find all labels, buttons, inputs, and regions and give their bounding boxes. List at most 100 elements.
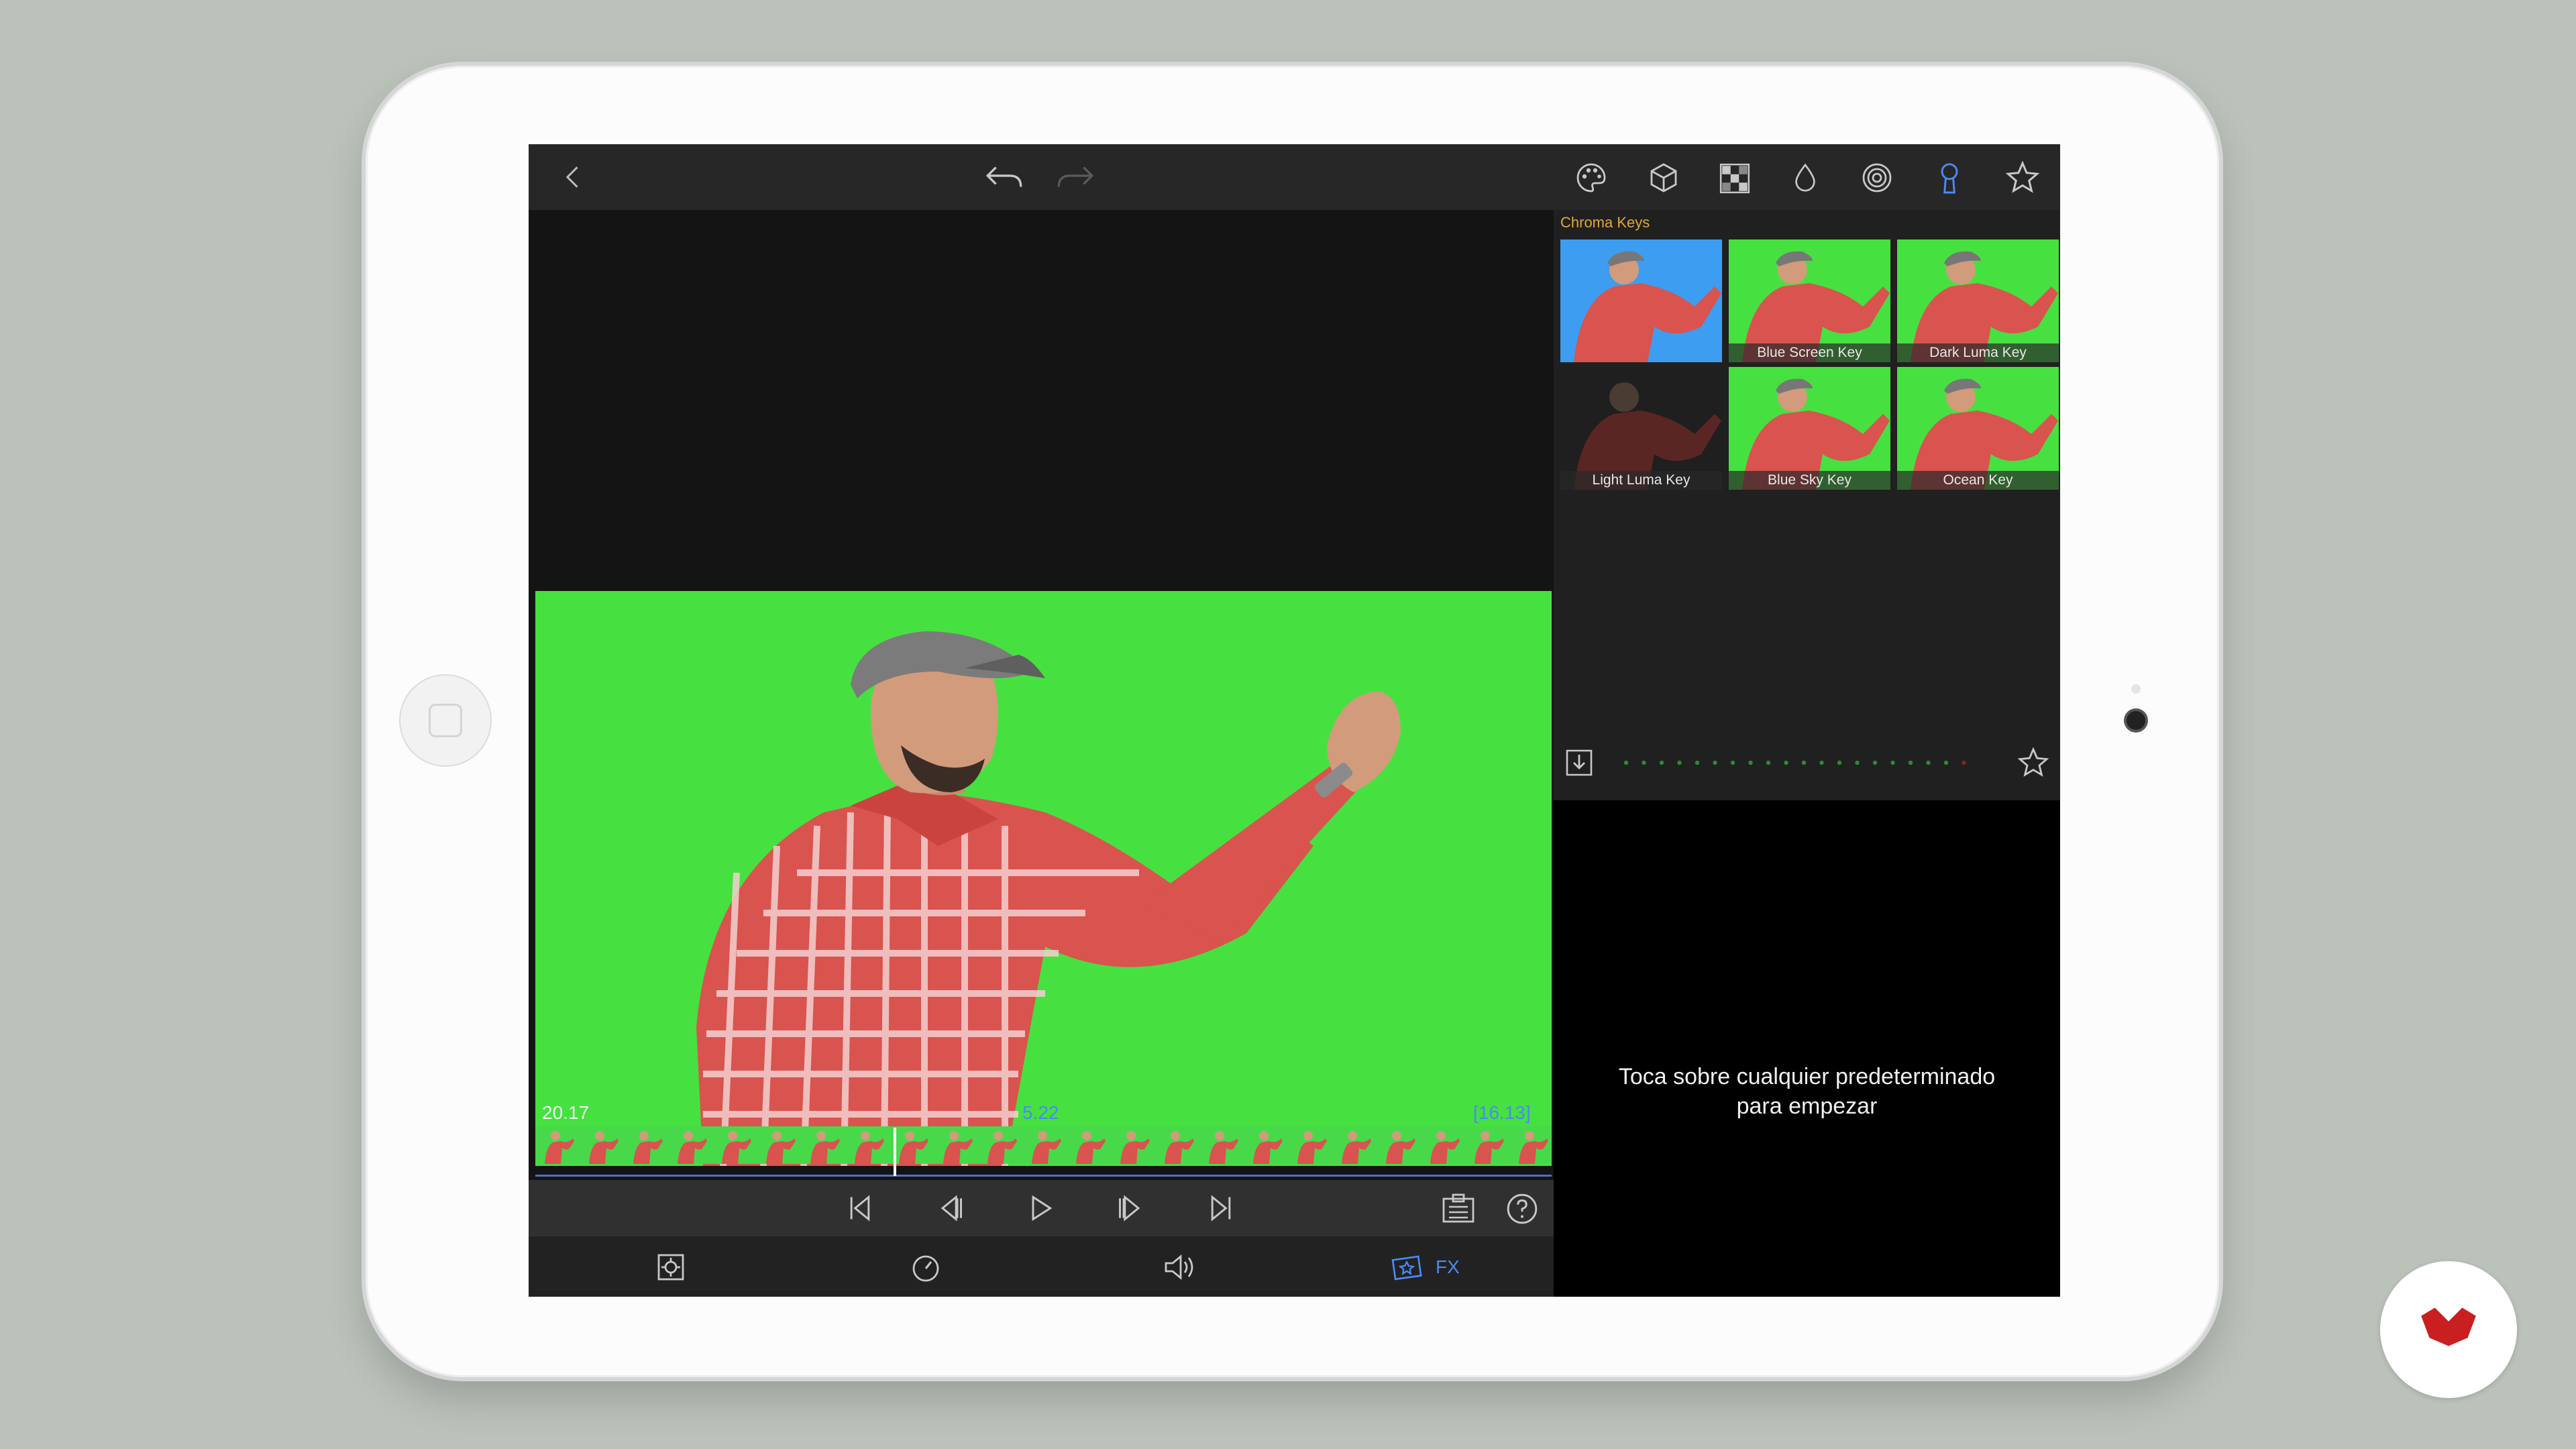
filmstrip-frame <box>1253 1131 1283 1164</box>
home-square-icon <box>429 704 462 737</box>
play-icon[interactable] <box>1025 1193 1056 1223</box>
help-icon[interactable] <box>1505 1192 1539 1226</box>
filmstrip-frame <box>855 1131 884 1164</box>
hint-text: Toca sobre cualquier predeterminado para… <box>1554 1062 2060 1121</box>
page-dot[interactable] <box>1801 760 1807 765</box>
page-dot[interactable] <box>1890 760 1895 765</box>
filmstrip-frame <box>678 1131 707 1164</box>
page-dot[interactable] <box>1908 760 1913 765</box>
filmstrip-frame <box>1120 1131 1150 1164</box>
drop-icon[interactable] <box>1790 162 1821 194</box>
preset-label: Ocean Key <box>1897 471 2059 490</box>
filmstrip-frames <box>545 1131 1548 1164</box>
preset-person <box>1574 251 1721 362</box>
page-dot[interactable] <box>1837 760 1842 765</box>
page-dots[interactable] <box>1621 757 1983 768</box>
page-dot[interactable] <box>1713 760 1717 765</box>
filmstrip-frame <box>633 1131 663 1164</box>
filmstrip-frame <box>1519 1131 1548 1164</box>
page-dot[interactable] <box>1695 760 1700 765</box>
speed-icon[interactable] <box>910 1251 942 1283</box>
sensor <box>2131 684 2141 694</box>
preset-thumb-1[interactable] <box>1560 239 1722 362</box>
filmstrip-frame <box>1076 1131 1106 1164</box>
page-dot[interactable] <box>1642 760 1646 765</box>
filmstrip-frame <box>1342 1131 1371 1164</box>
filmstrip[interactable] <box>535 1126 1552 1164</box>
page-dot[interactable] <box>1926 760 1931 765</box>
timeline-track <box>535 1175 1552 1177</box>
filmstrip-frame <box>1386 1131 1415 1164</box>
skip-to-end-icon[interactable] <box>1205 1193 1237 1223</box>
undo-icon[interactable] <box>983 160 1025 194</box>
star-icon[interactable] <box>2004 160 2041 195</box>
page-dot[interactable] <box>1623 760 1629 765</box>
current-time: 5.22 <box>1022 1102 1059 1123</box>
page-dot[interactable] <box>1659 760 1664 765</box>
filmstrip-frame <box>899 1131 928 1164</box>
favorite-star-icon[interactable] <box>2017 747 2050 779</box>
timeline-labels: 20.17 5.22 [16.13] <box>529 1097 1554 1126</box>
presets-panel: Chroma Keys Blue Screen Key Dark Luma Ke… <box>1554 210 2060 800</box>
filmstrip-frame <box>766 1131 796 1164</box>
preset-thumb-2[interactable]: Blue Screen Key <box>1729 239 1890 362</box>
redo-icon[interactable] <box>1055 160 1096 194</box>
download-icon[interactable] <box>1563 747 1595 779</box>
brand-logo-icon <box>2421 1307 2476 1346</box>
page-dot[interactable] <box>1855 760 1860 765</box>
top-bar <box>529 144 2060 210</box>
keyhole-icon[interactable] <box>1935 160 1964 195</box>
home-button[interactable] <box>399 674 492 767</box>
preset-thumb-5[interactable]: Blue Sky Key <box>1729 367 1890 490</box>
preset-label: Blue Sky Key <box>1729 471 1890 490</box>
filmstrip-frame <box>1032 1131 1061 1164</box>
presets-title: Chroma Keys <box>1560 214 1650 231</box>
preset-thumb-4[interactable]: Light Luma Key <box>1560 367 1722 490</box>
playhead[interactable] <box>894 1128 896 1176</box>
preset-thumb-6[interactable]: Ocean Key <box>1897 367 2059 490</box>
page-dot[interactable] <box>1872 760 1878 765</box>
palette-icon[interactable] <box>1575 162 1607 194</box>
page-dot[interactable] <box>1766 760 1771 765</box>
preset-thumb-3[interactable]: Dark Luma Key <box>1897 239 2059 362</box>
page-dot[interactable] <box>1730 760 1735 765</box>
transform-icon[interactable] <box>655 1251 687 1283</box>
page-dot[interactable] <box>1962 760 1966 765</box>
fx-label[interactable]: FX <box>1436 1256 1460 1278</box>
page-dot[interactable] <box>1784 760 1788 765</box>
camera <box>2127 711 2145 730</box>
video-preview[interactable] <box>535 591 1552 1166</box>
cube-icon[interactable] <box>1648 162 1680 194</box>
step-forward-icon[interactable] <box>1115 1193 1147 1223</box>
preview-area <box>529 210 1554 1231</box>
clipboard-icon[interactable] <box>1440 1192 1477 1224</box>
filmstrip-frame <box>1474 1131 1504 1164</box>
filmstrip-frame <box>987 1131 1017 1164</box>
filmstrip-frame <box>545 1131 574 1164</box>
filmstrip-frame <box>1297 1131 1327 1164</box>
filmstrip-frame <box>1209 1131 1238 1164</box>
preset-label: Dark Luma Key <box>1897 343 2059 362</box>
preset-label: Light Luma Key <box>1560 471 1722 490</box>
filmstrip-frame <box>810 1131 840 1164</box>
page-dot[interactable] <box>1677 760 1682 765</box>
page-dot[interactable] <box>1819 760 1824 765</box>
right-panel: Chroma Keys Blue Screen Key Dark Luma Ke… <box>1554 210 2060 1297</box>
volume-icon[interactable] <box>1162 1251 1199 1283</box>
preset-label: Blue Screen Key <box>1729 343 1890 362</box>
page-dot[interactable] <box>1748 760 1753 765</box>
page-dot[interactable] <box>1943 760 1949 765</box>
fx-icon[interactable] <box>1390 1251 1424 1283</box>
grid-icon[interactable] <box>1718 162 1752 195</box>
spiral-icon[interactable] <box>1861 162 1893 194</box>
filmstrip-frame <box>722 1131 751 1164</box>
brand-logo <box>2380 1261 2517 1398</box>
preset-tools <box>1554 733 2060 798</box>
transport-bar <box>529 1180 1554 1236</box>
app-screen: 20.17 5.22 [16.13] FX Chroma Keys Blue S… <box>529 144 2060 1297</box>
filmstrip-frame <box>943 1131 973 1164</box>
right-time: [16.13] <box>1473 1102 1531 1123</box>
back-icon[interactable] <box>559 162 588 192</box>
skip-to-start-icon[interactable] <box>844 1193 876 1223</box>
step-back-icon[interactable] <box>934 1193 966 1223</box>
